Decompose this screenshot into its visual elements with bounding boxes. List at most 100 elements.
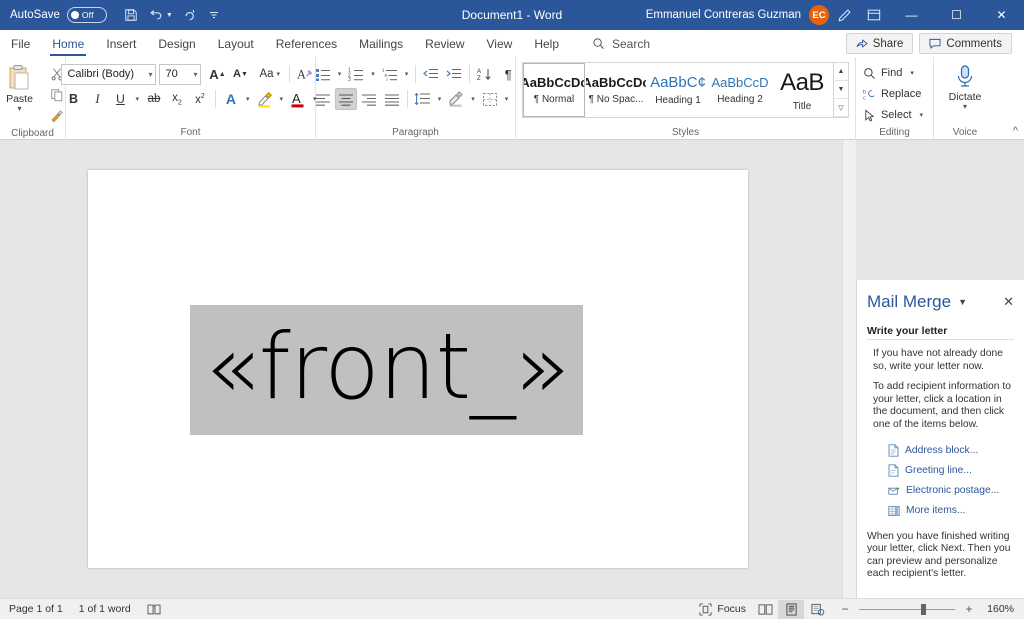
find-button[interactable]: Find ▾ (859, 63, 930, 83)
comments-button[interactable]: Comments (919, 33, 1012, 54)
read-mode-view-button[interactable] (752, 600, 778, 619)
more-items-link[interactable]: More items... (888, 501, 1014, 521)
search-input[interactable]: Search (584, 33, 658, 55)
zoom-in-button[interactable]: + (960, 602, 978, 616)
autosave-toggle[interactable]: Off (66, 7, 107, 23)
tab-review[interactable]: Review (414, 30, 475, 57)
avatar[interactable]: EC (809, 5, 829, 25)
highlight-dropdown-icon[interactable]: ▾ (277, 95, 287, 103)
shrink-font-button[interactable]: A ▼ (229, 63, 251, 85)
borders-dropdown-icon[interactable]: ▾ (502, 95, 512, 103)
align-right-button[interactable] (358, 88, 380, 110)
paste-button[interactable]: Paste ▾ (0, 62, 43, 126)
select-dropdown-icon[interactable]: ▾ (917, 111, 927, 119)
line-spacing-dropdown-icon[interactable]: ▾ (435, 95, 445, 103)
style-item-normal[interactable]: AaBbCcDc ¶ Normal (523, 63, 585, 117)
decrease-indent-button[interactable] (420, 63, 442, 85)
tab-references[interactable]: References (265, 30, 348, 57)
autosave-control[interactable]: AutoSave Off (0, 7, 107, 23)
zoom-slider-thumb[interactable] (921, 603, 926, 615)
multilevel-dropdown-icon[interactable]: ▾ (402, 70, 412, 78)
proofing-icon[interactable] (147, 603, 161, 616)
maximize-button[interactable]: ☐ (934, 0, 979, 30)
find-dropdown-icon[interactable]: ▾ (907, 69, 917, 77)
italic-button[interactable]: I (86, 88, 108, 110)
collapse-ribbon-button[interactable]: ^ (1013, 125, 1018, 137)
text-effects-dropdown-icon[interactable]: ▾ (243, 95, 253, 103)
tab-view[interactable]: View (476, 30, 524, 57)
align-left-button[interactable] (312, 88, 334, 110)
greeting-line-link[interactable]: Greeting line... (888, 461, 1014, 481)
tab-file[interactable]: File (0, 30, 41, 57)
style-item-heading-2[interactable]: AaBbCcD Heading 2 (709, 63, 771, 117)
font-size-combo[interactable]: 70 ▾ (159, 63, 202, 85)
styles-scroll-down-icon[interactable]: ▼ (834, 81, 848, 99)
user-account-name[interactable]: Emmanuel Contreras Guzman (646, 9, 809, 21)
chevron-down-icon[interactable]: ▾ (17, 105, 21, 113)
styles-more-icon[interactable]: ▽ (834, 99, 848, 117)
chevron-down-icon[interactable]: ▼ (951, 297, 967, 307)
page-status[interactable]: Page 1 of 1 (9, 603, 63, 615)
replace-button[interactable]: bc Replace (859, 84, 930, 104)
customize-qat-icon[interactable] (203, 3, 225, 27)
multilevel-list-button[interactable]: 1ai (379, 63, 401, 85)
change-case-button[interactable]: Aa ▾ (257, 63, 285, 85)
zoom-control[interactable]: − + 160% (830, 602, 1014, 616)
share-button[interactable]: Share (845, 33, 914, 54)
focus-mode-button[interactable]: Focus (693, 599, 752, 619)
tab-insert[interactable]: Insert (95, 30, 147, 57)
line-spacing-button[interactable] (412, 88, 434, 110)
web-layout-view-button[interactable] (804, 600, 830, 619)
align-center-button[interactable] (334, 88, 357, 110)
close-icon[interactable]: ✕ (1003, 294, 1014, 310)
font-name-combo[interactable]: Calibri (Body) ▾ (61, 63, 157, 85)
styles-gallery[interactable]: AaBbCcDc ¶ Normal AaBbCcDc ¶ No Spac... … (522, 62, 849, 118)
tab-mailings[interactable]: Mailings (348, 30, 414, 57)
increase-indent-button[interactable] (443, 63, 465, 85)
tab-design[interactable]: Design (147, 30, 206, 57)
shading-dropdown-icon[interactable]: ▾ (468, 95, 478, 103)
strikethrough-button[interactable]: ab (143, 88, 165, 110)
text-highlight-color-button[interactable] (254, 88, 276, 110)
redo-icon[interactable] (178, 3, 203, 27)
address-block-link[interactable]: Address block... (888, 441, 1014, 461)
style-item-title[interactable]: AaB Title (771, 63, 833, 117)
zoom-level-label[interactable]: 160% (978, 603, 1014, 615)
zoom-out-button[interactable]: − (836, 602, 854, 616)
tab-help[interactable]: Help (523, 30, 570, 57)
text-effects-button[interactable]: A (220, 88, 242, 110)
merge-field-front[interactable]: «front_» (190, 305, 584, 435)
bold-button[interactable]: B (61, 88, 85, 110)
font-color-button[interactable]: A (287, 88, 309, 110)
bullets-button[interactable] (312, 63, 334, 85)
numbering-button[interactable]: 123 (345, 63, 367, 85)
zoom-slider[interactable] (859, 603, 955, 615)
document-page[interactable]: «front_» (88, 170, 748, 568)
document-canvas[interactable]: «front_» (0, 140, 856, 598)
chevron-down-icon[interactable]: ▾ (963, 103, 967, 111)
borders-button[interactable] (479, 88, 501, 110)
style-item-no-spacing[interactable]: AaBbCcDc ¶ No Spac... (585, 63, 647, 117)
sort-button[interactable]: AZ (474, 63, 496, 85)
styles-gallery-scrollbar[interactable]: ▲ ▼ ▽ (833, 63, 848, 117)
undo-icon[interactable]: ▼ (143, 3, 178, 27)
word-count[interactable]: 1 of 1 word (79, 603, 131, 615)
subscript-button[interactable]: x2 (166, 88, 188, 110)
print-layout-view-button[interactable] (778, 599, 804, 619)
electronic-postage-link[interactable]: Electronic postage... (888, 481, 1014, 501)
save-icon[interactable] (119, 3, 143, 27)
document-vertical-scrollbar[interactable] (842, 140, 856, 598)
minimize-button[interactable]: — (889, 0, 934, 30)
numbering-dropdown-icon[interactable]: ▾ (368, 70, 378, 78)
close-button[interactable]: ✕ (979, 0, 1024, 30)
ribbon-display-options-icon[interactable] (859, 0, 889, 30)
tab-layout[interactable]: Layout (207, 30, 265, 57)
underline-button[interactable]: U (109, 88, 131, 110)
dictate-button[interactable]: Dictate ▾ (942, 59, 988, 111)
bullets-dropdown-icon[interactable]: ▾ (335, 70, 345, 78)
underline-dropdown-icon[interactable]: ▾ (132, 95, 142, 103)
grow-font-button[interactable]: A ▲ (206, 63, 228, 85)
select-button[interactable]: Select ▾ (859, 105, 930, 125)
ink-pen-icon[interactable] (829, 0, 859, 30)
tab-home[interactable]: Home (41, 30, 95, 57)
